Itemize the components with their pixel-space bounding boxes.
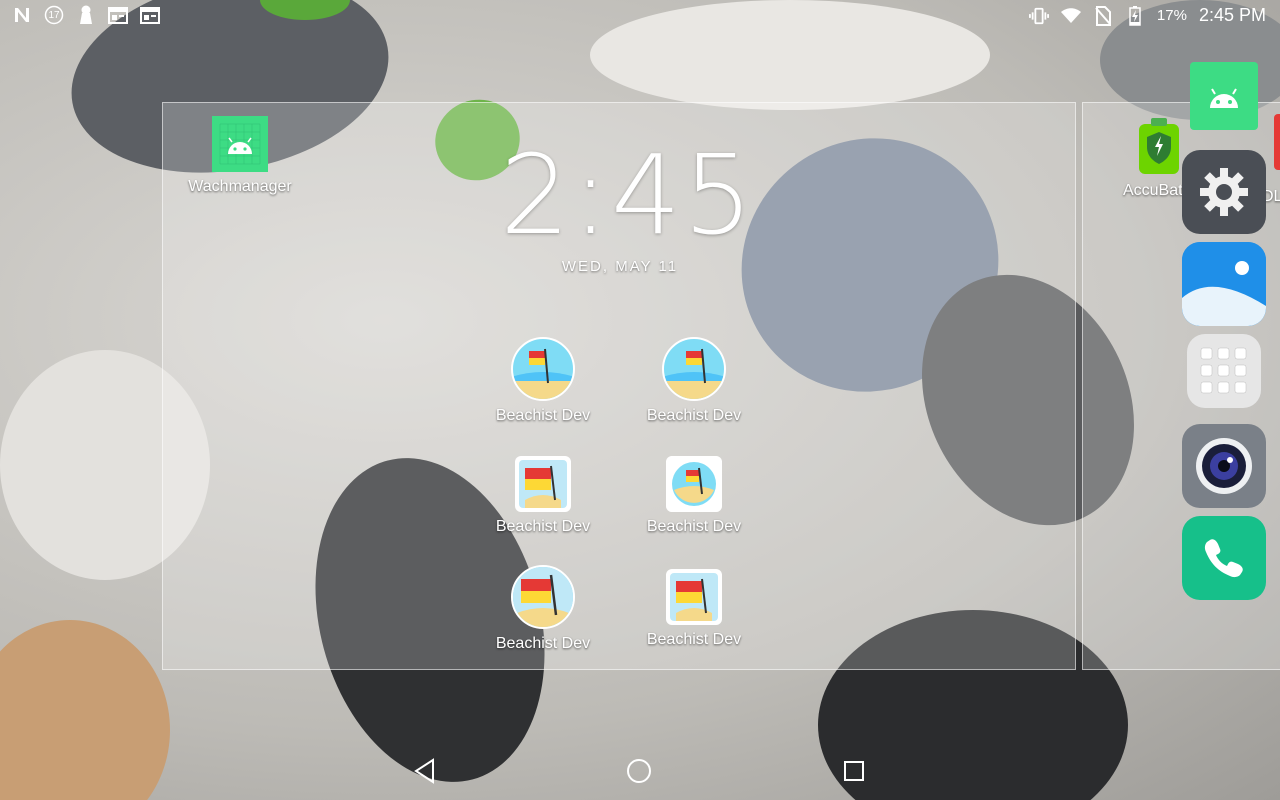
calendar-icon bbox=[108, 5, 128, 25]
android-icon bbox=[212, 116, 268, 172]
dock bbox=[1182, 62, 1266, 608]
battery-charging-icon bbox=[1125, 5, 1145, 26]
app-label: Beachist Dev bbox=[646, 518, 742, 535]
app-beachist-dev-4[interactable]: Beachist Dev bbox=[629, 452, 759, 536]
beach-flag-square-round-icon bbox=[666, 456, 722, 512]
beach-flag-round-icon bbox=[511, 337, 575, 401]
camera-lens-icon bbox=[1196, 438, 1252, 494]
beach-flag-round-icon bbox=[662, 337, 726, 401]
wifi-icon bbox=[1060, 6, 1081, 26]
recents-icon bbox=[844, 761, 864, 781]
beach-flag-square-icon bbox=[515, 456, 571, 512]
calendar-icon bbox=[140, 5, 160, 25]
navigation-bar bbox=[0, 740, 1280, 800]
dock-camera[interactable] bbox=[1182, 424, 1266, 508]
app-label: Beachist Dev bbox=[646, 407, 742, 424]
battery-percent: 17% bbox=[1156, 7, 1187, 24]
app-wachmanager[interactable]: Wachmanager bbox=[175, 116, 305, 196]
home-icon bbox=[627, 759, 651, 783]
n-notification-icon bbox=[12, 5, 32, 25]
beach-flag-round-large-icon bbox=[511, 565, 575, 629]
app-beachist-dev-6[interactable]: Beachist Dev bbox=[629, 565, 759, 649]
clock-date: WED, MAY 11 bbox=[561, 258, 679, 275]
clock-widget[interactable]: 2:45 WED, MAY 11 bbox=[500, 131, 756, 275]
app-beachist-dev-5[interactable]: Beachist Dev bbox=[478, 565, 608, 653]
dock-app-drawer[interactable] bbox=[1187, 334, 1261, 408]
phone-icon bbox=[1204, 539, 1243, 578]
dock-android-app[interactable] bbox=[1190, 62, 1258, 130]
calendar-17-icon: 17 bbox=[44, 5, 64, 25]
beach-flag-square-icon bbox=[666, 569, 722, 625]
no-sim-icon bbox=[1093, 5, 1113, 26]
dock-settings[interactable] bbox=[1182, 150, 1266, 234]
mountain-icon bbox=[1182, 242, 1266, 326]
app-beachist-dev-1[interactable]: Beachist Dev bbox=[478, 337, 608, 425]
app-label: Beachist Dev bbox=[646, 631, 742, 648]
recents-button[interactable] bbox=[839, 756, 869, 786]
app-label: Wachmanager bbox=[188, 178, 292, 195]
app-label: Beachist Dev bbox=[495, 635, 591, 652]
status-bar: 17 17% 2:45 PM bbox=[0, 0, 1280, 32]
app-label: Beachist Dev bbox=[495, 518, 591, 535]
back-button[interactable] bbox=[410, 756, 440, 786]
home-button[interactable] bbox=[624, 756, 654, 786]
clock-time: 2:45 bbox=[500, 131, 756, 259]
gear-icon bbox=[1200, 168, 1248, 216]
app-label: Beachist Dev bbox=[495, 407, 591, 424]
app-beachist-dev-3[interactable]: Beachist Dev bbox=[478, 452, 608, 536]
grid-icon bbox=[1200, 347, 1247, 394]
calendar-day-text: 17 bbox=[48, 9, 60, 21]
battery-shield-icon bbox=[1127, 116, 1183, 176]
keyhole-icon bbox=[76, 5, 96, 25]
app-beachist-dev-2[interactable]: Beachist Dev bbox=[629, 337, 759, 425]
back-icon bbox=[414, 758, 434, 784]
android-icon bbox=[1210, 88, 1238, 108]
dock-gallery[interactable] bbox=[1182, 242, 1266, 326]
red-app-icon[interactable] bbox=[1274, 114, 1280, 170]
status-time: 2:45 PM bbox=[1198, 5, 1266, 25]
vibrate-icon bbox=[1028, 6, 1049, 26]
dock-phone[interactable] bbox=[1182, 516, 1266, 600]
